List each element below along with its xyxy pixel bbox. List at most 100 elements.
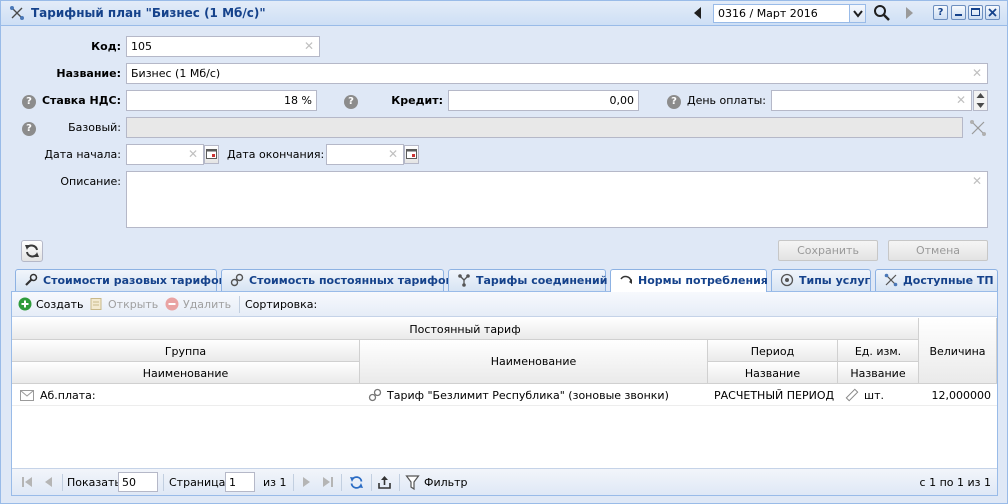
tab-connection-tariffs[interactable]: Тарифы соединений [448,269,608,291]
create-button[interactable]: Создать [36,298,84,311]
help-icon[interactable]: ? [344,95,358,109]
search-period-button[interactable] [872,3,892,23]
export-icon[interactable] [376,474,393,491]
payment-day-field[interactable]: ✕ [771,90,972,111]
connections-icon [458,274,470,287]
vat-field[interactable]: 18 % [126,90,317,111]
code-value: 105 [131,40,152,53]
row-value: 12,000000 [931,389,992,402]
grid-pager: Показать 50 Страница 1 из 1 Фильтр с 1 п… [12,468,997,495]
end-date-field[interactable]: ✕ [326,144,404,165]
header-group[interactable]: Группа [12,340,360,362]
header-unit[interactable]: Ед. изм. [838,340,919,362]
maximize-button[interactable] [968,5,983,20]
cancel-button[interactable]: Отмена [888,240,988,261]
page-size-label: Показать [67,476,121,489]
tab-available-tariff-plans[interactable]: Доступные ТП [875,269,998,291]
page-label: Страница [169,476,226,489]
header-period[interactable]: Период [708,340,838,362]
end-date-calendar-button[interactable] [404,145,419,164]
clear-icon[interactable]: ✕ [971,67,983,79]
start-date-field[interactable]: ✕ [126,144,204,165]
tab-consumption-norms[interactable]: Нормы потребления [610,269,768,293]
help-icon[interactable]: ? [667,95,681,109]
header-value[interactable]: Величина [919,318,997,384]
tab-one-time-tariffs[interactable]: Стоимости разовых тарифов [15,269,226,291]
open-icon [90,298,102,310]
page-number-input[interactable]: 1 [225,472,255,492]
close-icon [988,8,997,17]
clear-icon[interactable]: ✕ [187,148,199,160]
tab-label: Тарифы соединений [476,274,608,287]
next-period-button[interactable] [901,4,919,22]
description-label: Описание: [60,175,121,188]
pager-separator [371,474,372,491]
link-icon [368,388,382,402]
page-size-input[interactable]: 50 [118,472,158,492]
save-button[interactable]: Сохранить [778,240,878,261]
pager-summary: с 1 по 1 из 1 [919,476,991,489]
clear-icon[interactable]: ✕ [971,175,983,187]
tab-service-types[interactable]: Типы услуг [771,269,871,291]
pager-separator [293,474,294,491]
code-field[interactable]: 105 ✕ [126,36,320,57]
payment-day-spinner[interactable] [973,90,988,111]
tab-label: Стоимости разовых тарифов [43,274,226,287]
name-value: Бизнес (1 Мб/с) [131,67,221,80]
close-button[interactable] [985,5,1000,20]
window-titlebar: Тарифный план "Бизнес (1 Мб/с)" 0316 / М… [1,1,1007,26]
next-page-icon[interactable] [299,475,313,489]
header-name[interactable]: Наименование [360,340,708,384]
vat-label: Ставка НДС: [41,94,121,107]
tab-permanent-tariffs[interactable]: Стоимость постоянных тарифов [221,269,453,291]
link-icon [230,273,244,287]
prev-page-icon[interactable] [42,475,56,489]
table-row[interactable]: Аб.плата: Тариф "Безлимит Республика" (з… [12,384,997,406]
description-field[interactable]: ✕ [126,171,988,228]
prev-period-button[interactable] [689,4,707,22]
start-date-calendar-button[interactable] [204,145,219,164]
consumption-icon [620,275,632,284]
sort-label[interactable]: Сортировка: [245,298,317,311]
ruler-icon [845,388,859,402]
pager-separator [399,474,400,491]
delete-button[interactable]: Удалить [183,298,231,311]
header-period-name[interactable]: Название [708,362,838,384]
help-icon[interactable]: ? [22,122,36,136]
help-button[interactable]: ? [933,5,948,20]
clear-icon[interactable]: ✕ [955,94,967,106]
header-group-name[interactable]: Наименование [12,362,360,384]
header-unit-name[interactable]: Название [838,362,919,384]
wrench-icon [25,273,38,286]
calendar-icon [406,149,417,159]
help-icon[interactable]: ? [22,95,36,109]
start-date-label: Дата начала: [44,148,121,161]
delete-icon [165,297,179,311]
refresh-icon[interactable] [348,474,365,491]
base-field [126,117,963,138]
row-unit-name: шт. [864,389,884,402]
header-permanent-tariff[interactable]: Постоянный тариф [12,318,919,340]
credit-label: Кредит: [391,94,443,107]
first-page-icon[interactable] [20,475,34,489]
clear-icon[interactable]: ✕ [387,148,399,160]
tab-label: Нормы потребления [638,274,768,287]
minimize-button[interactable] [951,5,966,20]
period-value: 0316 / Март 2016 [718,7,818,20]
filter-button[interactable]: Фильтр [424,476,468,489]
last-page-icon[interactable] [321,475,335,489]
period-select[interactable]: 0316 / Март 2016 [713,4,866,23]
pager-separator [341,474,342,491]
clear-icon[interactable]: ✕ [303,40,315,52]
base-label: Базовый: [68,121,121,134]
refresh-button[interactable] [21,240,43,262]
window-title: Тарифный план "Бизнес (1 Мб/с)" [31,6,266,20]
period-dropdown-button[interactable] [849,5,865,22]
base-select-icon[interactable] [968,118,988,138]
tariff-plan-window: Тарифный план "Бизнес (1 Мб/с)" 0316 / М… [0,0,1008,504]
name-field[interactable]: Бизнес (1 Мб/с) ✕ [126,63,988,84]
credit-field[interactable]: 0,00 [448,90,639,111]
code-label: Код: [91,40,121,53]
open-button[interactable]: Открыть [108,298,158,311]
help-icon: ? [937,7,944,18]
